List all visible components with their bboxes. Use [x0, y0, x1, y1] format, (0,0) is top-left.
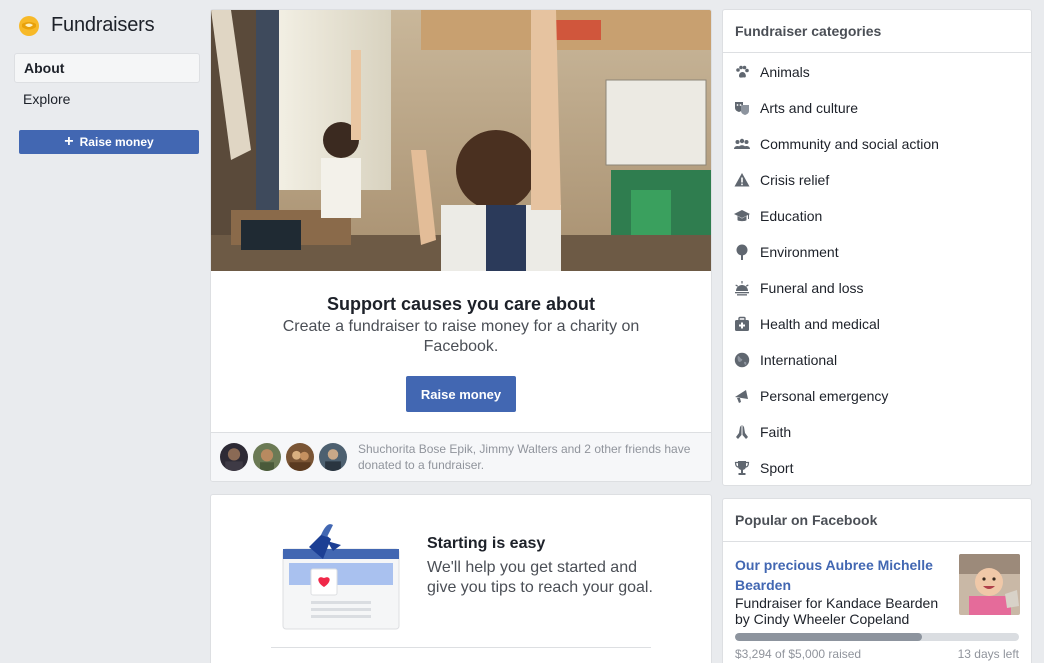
category-arts-and-culture[interactable]: Arts and culture — [723, 90, 1031, 126]
theater-masks-icon — [733, 99, 751, 117]
classroom-hero-image — [211, 10, 711, 271]
avatar[interactable] — [251, 441, 283, 473]
popular-fundraiser-title-link[interactable]: Our precious Aubree Michelle Bearden — [735, 555, 950, 595]
category-label: Faith — [760, 424, 792, 440]
category-sport[interactable]: Sport — [723, 450, 1031, 485]
fundraiser-progress-bar — [735, 633, 1019, 641]
days-left: 13 days left — [957, 647, 1019, 661]
raise-money-button[interactable]: + Raise money — [19, 130, 199, 154]
fundraiser-progress-fill — [735, 633, 923, 641]
category-health-and-medical[interactable]: Health and medical — [723, 306, 1031, 342]
category-label: Community and social action — [760, 136, 939, 152]
warning-triangle-icon — [733, 171, 751, 189]
category-label: Crisis relief — [760, 172, 830, 188]
popular-fundraiser-description: Fundraiser for Kandace Bearden by Cindy … — [735, 595, 939, 627]
avatar[interactable] — [218, 441, 250, 473]
plus-icon: + — [64, 133, 74, 150]
category-label: International — [760, 352, 838, 368]
category-label: Sport — [760, 460, 794, 476]
category-label: Arts and culture — [760, 100, 859, 116]
popular-on-facebook-card: Popular on Facebook Our precious Aubree … — [722, 498, 1032, 663]
category-label: Health and medical — [760, 316, 880, 332]
raise-money-label: Raise money — [79, 135, 154, 149]
category-animals[interactable]: Animals — [723, 54, 1031, 90]
categories-heading: Fundraiser categories — [723, 10, 1031, 53]
trophy-icon — [733, 459, 751, 477]
fundraiser-illustration — [271, 511, 411, 631]
avatar[interactable] — [284, 441, 316, 473]
globe-icon — [733, 351, 751, 369]
nav-item-explore[interactable]: Explore — [14, 85, 200, 115]
category-environment[interactable]: Environment — [723, 234, 1031, 270]
category-label: Animals — [760, 64, 810, 80]
avatar[interactable] — [317, 441, 349, 473]
nav-item-about[interactable]: About — [14, 53, 200, 83]
hero-title: Support causes you care about — [326, 294, 596, 314]
popular-fundraiser-thumbnail[interactable] — [959, 554, 1020, 615]
fundraiser-heart-icon — [18, 15, 40, 37]
sunset-icon — [733, 279, 751, 297]
category-funeral-and-loss[interactable]: Funeral and loss — [723, 270, 1031, 306]
tree-icon — [733, 243, 751, 261]
category-crisis-relief[interactable]: Crisis relief — [723, 162, 1031, 198]
graduation-cap-icon — [733, 207, 751, 225]
category-label: Environment — [760, 244, 839, 260]
starting-easy-card: Starting is easy We'll help you get star… — [210, 494, 712, 663]
category-faith[interactable]: Faith — [723, 414, 1031, 450]
praying-hands-icon — [733, 423, 751, 441]
friends-donated-text: Shuchorita Bose Epik, Jimmy Walters and … — [358, 442, 691, 472]
category-label: Funeral and loss — [760, 280, 864, 296]
fundraiser-categories-card: Fundraiser categories Animals Arts and c… — [722, 9, 1032, 486]
amount-raised: $3,294 of $5,000 raised — [735, 647, 862, 661]
category-international[interactable]: International — [723, 342, 1031, 378]
friends-donated-bar: Shuchorita Bose Epik, Jimmy Walters and … — [211, 432, 711, 481]
category-label: Education — [760, 208, 823, 224]
category-community-and-social-action[interactable]: Community and social action — [723, 126, 1031, 162]
medical-kit-icon — [733, 315, 751, 333]
category-personal-emergency[interactable]: Personal emergency — [723, 378, 1031, 414]
brand[interactable]: Fundraisers — [18, 14, 155, 37]
people-group-icon — [733, 135, 751, 153]
friend-avatars — [218, 441, 350, 473]
category-education[interactable]: Education — [723, 198, 1031, 234]
popular-heading: Popular on Facebook — [723, 499, 1031, 542]
divider — [271, 647, 651, 648]
megaphone-icon — [733, 387, 751, 405]
hero-subtitle: Create a fundraiser to raise money for a… — [282, 318, 640, 355]
hero-card: Support causes you care about Create a f… — [210, 9, 712, 482]
category-label: Personal emergency — [760, 388, 889, 404]
paw-icon — [733, 63, 751, 81]
category-list: Animals Arts and culture Community and s… — [723, 54, 1031, 485]
starting-easy-title: Starting is easy — [427, 535, 546, 552]
starting-easy-description: We'll help you get started and give you … — [427, 559, 653, 596]
page-title: Fundraisers — [51, 14, 155, 36]
hero-raise-money-button[interactable]: Raise money — [406, 376, 516, 412]
